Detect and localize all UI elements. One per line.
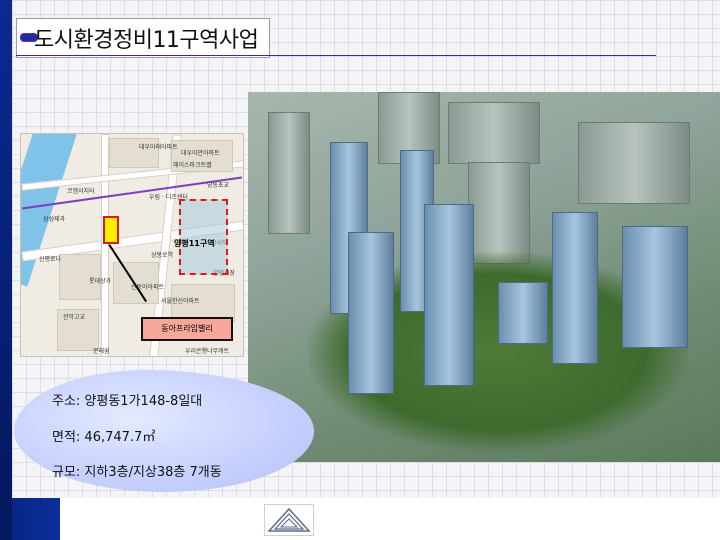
tower-building: [622, 226, 688, 348]
map-label: 상봉로역: [151, 252, 174, 259]
background-building: [578, 122, 690, 204]
callout-label: 동아프라임밸리: [141, 317, 233, 341]
map-label: 당동초교: [207, 182, 230, 189]
info-area: 면적: 46,747.7㎡: [52, 430, 156, 445]
tower-building: [348, 232, 394, 394]
background-building: [268, 112, 310, 234]
title-underline: [16, 55, 656, 56]
background-building: [448, 102, 540, 164]
map-label: 롯데상가: [89, 278, 112, 285]
site-rendering: [248, 92, 720, 462]
low-rise-building: [498, 282, 548, 344]
slide: 도시환경정비11구역사업 대우아래아파트 대우이안아파트 헤이스파크트밸 당동초…: [0, 0, 720, 540]
map-label: 서울한신아파트: [161, 298, 200, 305]
map-label: 관악고교: [63, 314, 86, 321]
page-title: 도시환경정비11구역사업: [34, 28, 259, 53]
tower-building: [424, 204, 474, 386]
info-scale: 규모: 지하3층/지상38층 7개동: [52, 465, 222, 480]
map-label: 신평로나: [39, 256, 62, 263]
brand-logo-mark: [267, 507, 311, 532]
map-label: 대우아래아파트: [139, 144, 178, 151]
tower-building: [552, 212, 598, 364]
footer-brand: 동아프라임밸리: [330, 513, 482, 533]
project-site-boundary: [179, 199, 228, 275]
location-marker: [103, 216, 119, 244]
map-label: 문래쉼: [93, 348, 110, 355]
project-site-label: 양평11구역: [174, 239, 215, 248]
brand-logo-icon: [264, 504, 314, 536]
map-label: 대우이안아파트: [181, 150, 220, 157]
map-label: 삼성제과: [43, 216, 66, 223]
location-map: 대우아래아파트 대우이안아파트 헤이스파크트밸 당동초교 코엠서지터 우림 · …: [20, 133, 244, 357]
left-accent-band: [0, 0, 12, 540]
map-label: 우리은행나무캐트: [185, 348, 230, 355]
map-label: 코엠서지터: [67, 188, 95, 195]
background-building: [468, 162, 530, 264]
map-label: 헤이스파크트밸: [173, 162, 212, 169]
info-address: 주소: 양평동1가148-8일대: [52, 394, 203, 409]
